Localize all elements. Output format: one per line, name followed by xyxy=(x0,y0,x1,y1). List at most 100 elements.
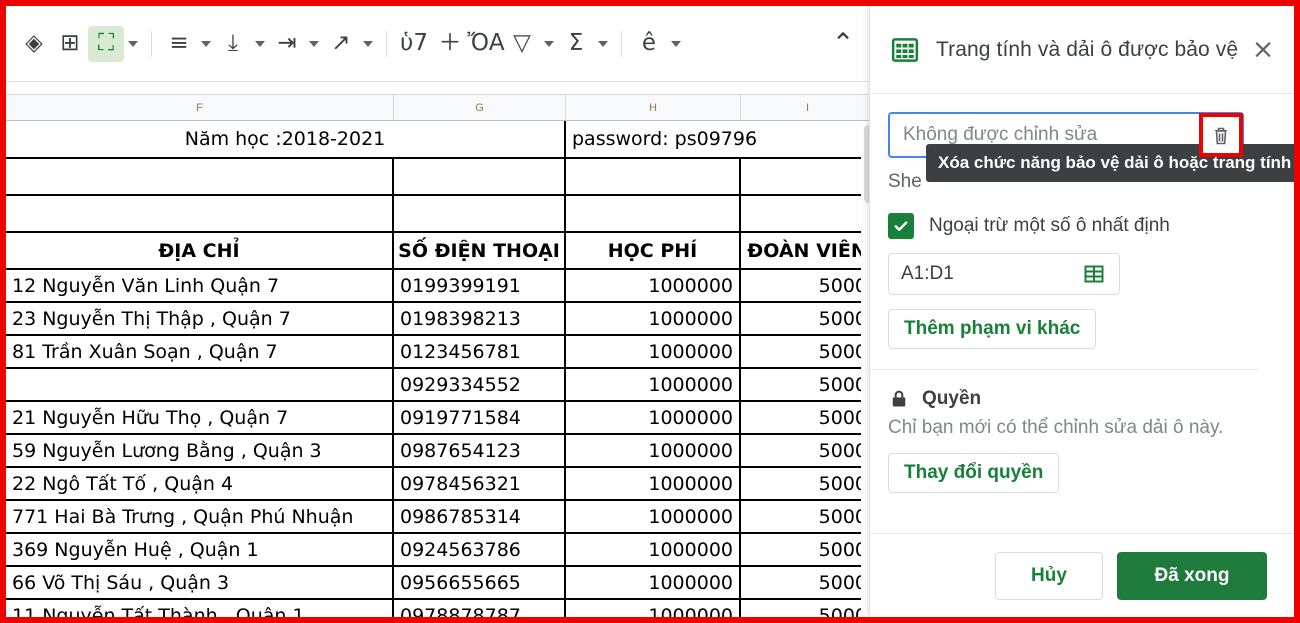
except-certain-cells-row[interactable]: Ngoại trừ một số ô nhất định xyxy=(888,213,1276,239)
grid-cell[interactable]: 5000 xyxy=(741,435,875,468)
grid-cell[interactable]: 0199399191 xyxy=(394,270,566,303)
grid-cell[interactable]: 1000000 xyxy=(566,567,741,600)
grid-cell[interactable]: 0986785314 xyxy=(394,501,566,534)
grid-cell[interactable]: 23 Nguyễn Thị Thập , Quận 7 xyxy=(6,303,394,336)
text-wrapping-dropdown-caret[interactable] xyxy=(305,26,323,62)
horizontal-align-icon[interactable]: ≡ xyxy=(161,26,197,62)
grid-cell[interactable]: 59 Nguyễn Lương Bằng , Quận 3 xyxy=(6,435,394,468)
vertical-align-icon[interactable]: ⤓ xyxy=(215,26,251,62)
fill-color-icon[interactable]: ◈ xyxy=(16,26,52,62)
grid-cell[interactable]: 1000000 xyxy=(566,336,741,369)
grid-cell[interactable]: 0198398213 xyxy=(394,303,566,336)
grid-cell[interactable]: 5000 xyxy=(741,468,875,501)
grid-cell[interactable]: 0956655665 xyxy=(394,567,566,600)
grid-cell[interactable]: 5000 xyxy=(741,402,875,435)
filter-icon[interactable]: ▽ xyxy=(504,26,540,62)
cancel-button[interactable]: Hủy xyxy=(995,551,1103,600)
table-row[interactable]: 369 Nguyễn Huệ , Quận 1 0924563786 1000000… xyxy=(6,534,875,567)
grid-cell[interactable]: 5000 xyxy=(741,270,875,303)
column-header-F[interactable]: F xyxy=(6,95,394,120)
grid-cell[interactable]: 1000000 xyxy=(566,270,741,303)
grid-cell[interactable] xyxy=(394,159,566,196)
grid-cell[interactable]: 1000000 xyxy=(566,402,741,435)
table-row[interactable]: 59 Nguyễn Lương Bằng , Quận 3 0987654123 1… xyxy=(6,435,875,468)
grid-cell[interactable] xyxy=(566,159,741,196)
text-rotation-dropdown-caret[interactable] xyxy=(359,26,377,62)
input-tools-icon[interactable]: ê xyxy=(631,26,667,62)
grid-cell[interactable]: 5000 xyxy=(741,303,875,336)
merge-cells-dropdown-caret[interactable] xyxy=(124,26,142,62)
grid-cell[interactable]: 5000 xyxy=(741,336,875,369)
grid-cell[interactable]: password: ps09796 xyxy=(566,121,875,159)
grid-cell[interactable]: ĐỊA CHỈ xyxy=(6,233,394,270)
table-row[interactable]: 22 Ngô Tất Tố , Quận 4 0978456321 1000000 5… xyxy=(6,468,875,501)
grid-cell[interactable] xyxy=(394,196,566,233)
grid-cell[interactable]: 11 Nguyễn Tất Thành , Quận 1 xyxy=(6,600,394,617)
table-row[interactable] xyxy=(6,196,875,233)
grid-cell[interactable]: 0987654123 xyxy=(394,435,566,468)
change-permissions-button[interactable]: Thay đổi quyền xyxy=(888,453,1060,493)
grid-cell[interactable] xyxy=(741,196,875,233)
filter-dropdown-caret[interactable] xyxy=(540,26,558,62)
table-row[interactable]: 23 Nguyễn Thị Thập , Quận 7 0198398213 100… xyxy=(6,303,875,336)
table-row[interactable]: 11 Nguyễn Tất Thành , Quận 1 0978878787 10… xyxy=(6,600,875,617)
table-row[interactable]: 12 Nguyễn Văn Linh Quận 7 0199399191 10000… xyxy=(6,270,875,303)
delete-protection-button[interactable] xyxy=(1199,113,1243,157)
grid-cell[interactable]: 5000 xyxy=(741,501,875,534)
grid-cell[interactable]: 5000 xyxy=(741,369,875,402)
range-picker-icon[interactable] xyxy=(1081,261,1107,287)
grid-cell[interactable]: 1000000 xyxy=(566,534,741,567)
grid-cell[interactable]: 0978456321 xyxy=(394,468,566,501)
input-tools-dropdown-caret[interactable] xyxy=(667,26,685,62)
table-row[interactable] xyxy=(6,159,875,196)
column-header-H[interactable]: H xyxy=(566,95,741,120)
except-certain-cells-checkbox[interactable] xyxy=(888,213,914,239)
grid-cell[interactable]: Năm học :2018-2021 xyxy=(6,121,566,159)
grid-cell[interactable]: 0929334552 xyxy=(394,369,566,402)
grid-cell[interactable] xyxy=(6,369,394,402)
grid-cell[interactable]: 0978878787 xyxy=(394,600,566,617)
spreadsheet-grid[interactable]: Năm học :2018-2021 password: ps09796 ĐỊA C… xyxy=(6,121,875,617)
grid-cell[interactable]: 369 Nguyễn Huệ , Quận 1 xyxy=(6,534,394,567)
table-row[interactable]: 21 Nguyễn Hữu Thọ , Quận 7 0919771584 1000… xyxy=(6,402,875,435)
grid-cell[interactable]: 0123456781 xyxy=(394,336,566,369)
vertical-align-dropdown-caret[interactable] xyxy=(251,26,269,62)
grid-cell[interactable]: 0919771584 xyxy=(394,402,566,435)
functions-dropdown-caret[interactable] xyxy=(594,26,612,62)
collapse-toolbar-icon[interactable]: ⌃ xyxy=(825,26,861,62)
merge-cells-icon[interactable]: ⛶ xyxy=(88,25,124,62)
functions-icon[interactable]: Σ xyxy=(558,26,594,62)
grid-cell[interactable] xyxy=(566,196,741,233)
grid-cell[interactable] xyxy=(741,159,875,196)
grid-cell[interactable]: 0924563786 xyxy=(394,534,566,567)
table-row[interactable]: ĐỊA CHỈ SỐ ĐIỆN THOẠI HỌC PHÍ ĐOÀN VIÊN xyxy=(6,233,875,270)
horizontal-align-dropdown-caret[interactable] xyxy=(197,26,215,62)
grid-cell[interactable]: 1000000 xyxy=(566,501,741,534)
grid-cell[interactable]: ĐOÀN VIÊN xyxy=(741,233,875,270)
grid-cell[interactable]: 1000000 xyxy=(566,303,741,336)
grid-cell[interactable]: 1000000 xyxy=(566,369,741,402)
text-wrapping-icon[interactable]: ⇥ xyxy=(269,26,305,62)
grid-cell[interactable]: 5000 xyxy=(741,567,875,600)
excepted-range-field[interactable]: A1:D1 xyxy=(888,253,1120,295)
grid-cell[interactable]: HỌC PHÍ xyxy=(566,233,741,270)
insert-chart-icon[interactable]: ὌA xyxy=(467,26,504,62)
grid-cell[interactable]: 1000000 xyxy=(566,468,741,501)
close-icon[interactable]: × xyxy=(1246,33,1280,67)
grid-cell[interactable] xyxy=(6,159,394,196)
grid-cell[interactable]: 1000000 xyxy=(566,435,741,468)
grid-cell[interactable] xyxy=(6,196,394,233)
insert-comment-icon[interactable]: ＋ xyxy=(432,26,468,62)
grid-cell[interactable]: 1000000 xyxy=(566,600,741,617)
column-header-I[interactable]: I xyxy=(741,95,875,120)
grid-cell[interactable]: 81 Trần Xuân Soạn , Quận 7 xyxy=(6,336,394,369)
text-rotation-icon[interactable]: ↗ xyxy=(323,26,359,62)
borders-icon[interactable]: ⊞ xyxy=(52,26,88,62)
done-button[interactable]: Đã xong xyxy=(1117,551,1267,600)
insert-link-icon[interactable]: ὑ7 xyxy=(396,26,432,62)
table-row[interactable]: 66 Võ Thị Sáu , Quận 3 0956655665 1000000 5… xyxy=(6,567,875,600)
column-header-G[interactable]: G xyxy=(394,95,566,120)
grid-cell[interactable]: 5000 xyxy=(741,600,875,617)
grid-cell[interactable]: SỐ ĐIỆN THOẠI xyxy=(394,233,566,270)
table-row[interactable]: 81 Trần Xuân Soạn , Quận 7 0123456781 1000… xyxy=(6,336,875,369)
